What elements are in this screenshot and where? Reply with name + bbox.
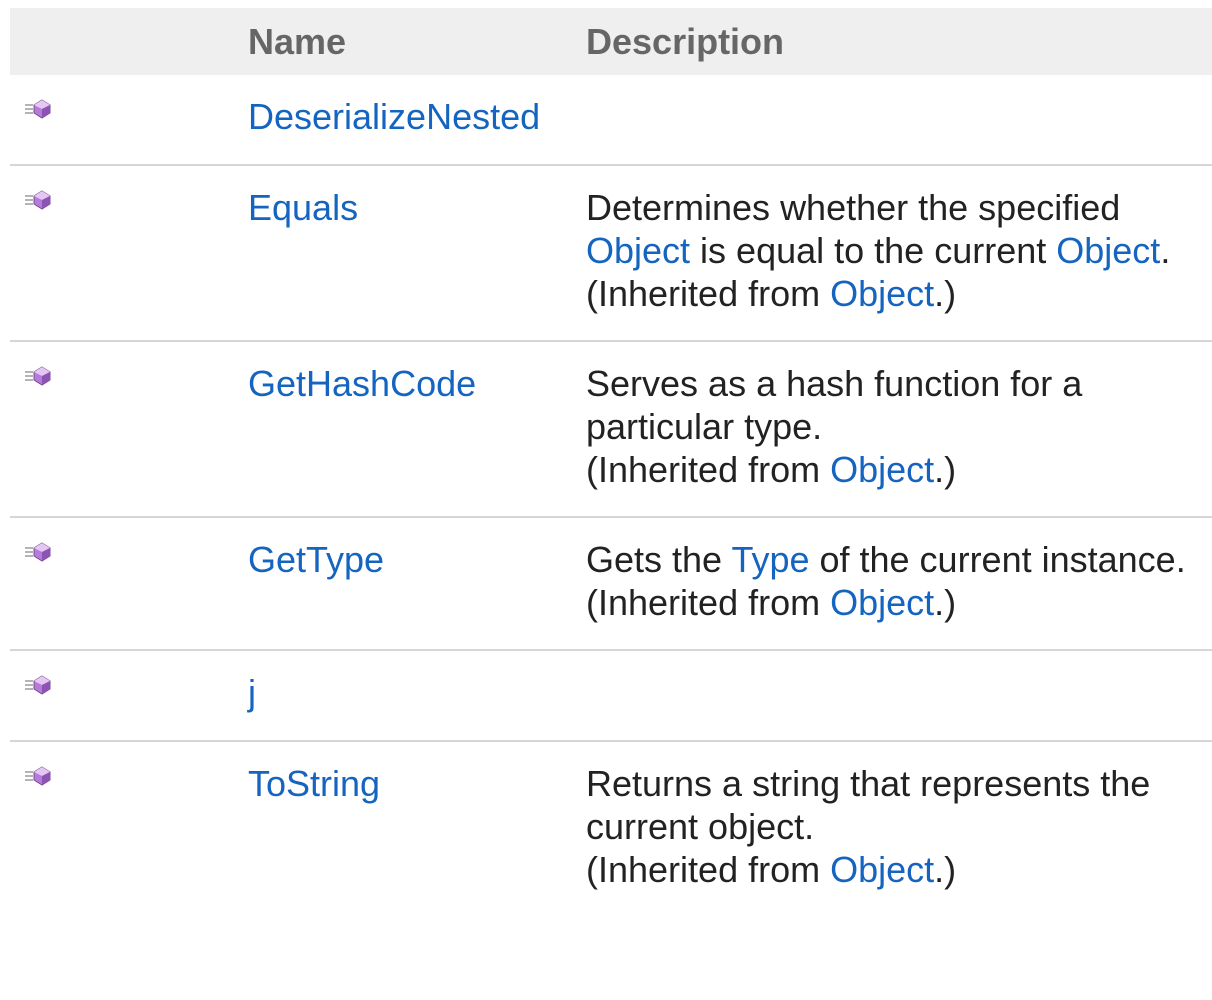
type-link[interactable]: Type [731,539,809,580]
public-method-icon [24,752,52,786]
description-cell: Gets the Type of the current instance. (… [562,516,1212,650]
object-type-link[interactable]: Object [1056,230,1160,271]
icon-cell [10,340,226,517]
name-cell: GetType [226,516,562,650]
members-table: Name Description DeserializeNested Equal… [10,8,1212,916]
name-cell: j [226,649,562,741]
table-row: ToString Returns a string that represent… [10,740,1212,916]
icon-cell [10,75,226,165]
table-row: DeserializeNested [10,75,1212,165]
member-link-tostring[interactable]: ToString [248,763,380,804]
public-method-icon [24,661,52,695]
inherited-from-object-link[interactable]: Object [830,273,934,314]
inherited-suffix: .) [934,582,957,623]
name-cell: ToString [226,740,562,916]
icon-cell [10,516,226,650]
public-method-icon [24,352,52,386]
inherited-prefix: (Inherited from [586,849,831,890]
description-cell: Determines whether the specified Object … [562,164,1212,341]
inherited-note: (Inherited from Object.) [586,448,1202,491]
description-cell [562,649,1212,741]
table-row: GetHashCode Serves as a hash function fo… [10,340,1212,517]
description-cell: Serves as a hash function for a particul… [562,340,1212,517]
inherited-suffix: .) [934,849,957,890]
public-method-icon [24,528,52,562]
member-link-gettype[interactable]: GetType [248,539,384,580]
member-link-deserializenested[interactable]: DeserializeNested [248,96,540,137]
description-text: of the current instance. [809,539,1186,580]
description-text: Gets the [586,539,732,580]
description-text: . [1160,230,1171,271]
inherited-suffix: .) [934,449,957,490]
table-header-row: Name Description [10,8,1212,75]
inherited-prefix: (Inherited from [586,582,831,623]
inherited-note: (Inherited from Object.) [586,272,1202,315]
name-cell: Equals [226,164,562,341]
inherited-suffix: .) [934,273,957,314]
icon-column-header [10,8,226,75]
description-cell: Returns a string that represents the cur… [562,740,1212,916]
inherited-note: (Inherited from Object.) [586,581,1202,624]
inherited-from-object-link[interactable]: Object [830,849,934,890]
inherited-note: (Inherited from Object.) [586,848,1202,891]
icon-cell [10,740,226,916]
object-type-link[interactable]: Object [586,230,690,271]
member-link-equals[interactable]: Equals [248,187,358,228]
member-link-j[interactable]: j [248,672,256,713]
description-cell [562,75,1212,165]
name-column-header: Name [226,8,562,75]
description-text: is equal to the current [690,230,1057,271]
inherited-prefix: (Inherited from [586,273,831,314]
description-text: Serves as a hash function for a particul… [586,363,1083,447]
description-text: Returns a string that represents the cur… [586,763,1151,847]
inherited-from-object-link[interactable]: Object [830,582,934,623]
public-method-icon [24,176,52,210]
table-row: j [10,649,1212,741]
description-column-header: Description [562,8,1212,75]
name-cell: DeserializeNested [226,75,562,165]
description-text: Determines whether the specified [586,187,1121,228]
inherited-prefix: (Inherited from [586,449,831,490]
member-link-gethashcode[interactable]: GetHashCode [248,363,476,404]
icon-cell [10,649,226,741]
name-cell: GetHashCode [226,340,562,517]
table-row: GetType Gets the Type of the current ins… [10,516,1212,650]
inherited-from-object-link[interactable]: Object [830,449,934,490]
public-method-icon [24,85,52,119]
table-row: Equals Determines whether the specified … [10,164,1212,341]
icon-cell [10,164,226,341]
